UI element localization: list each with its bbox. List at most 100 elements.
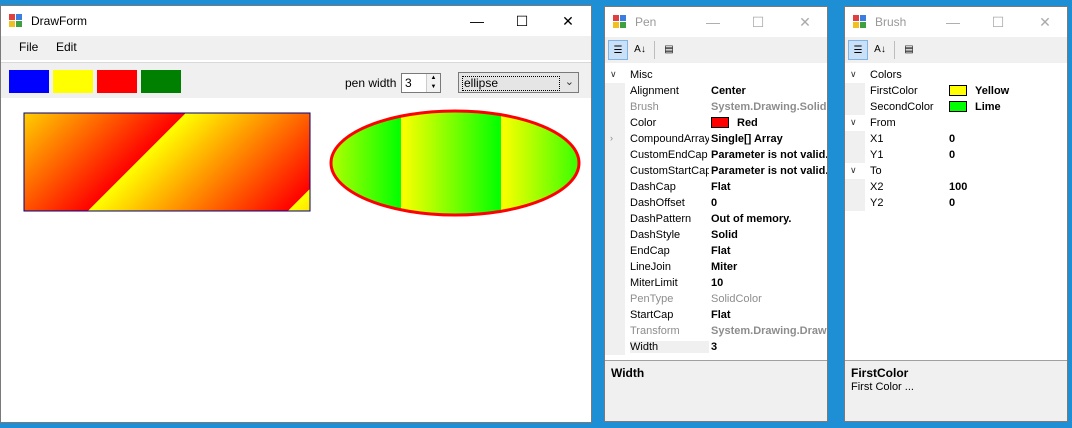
property-value[interactable]: 0 (949, 197, 1067, 209)
property-row[interactable]: DashCap Flat (605, 179, 827, 195)
property-row[interactable]: CustomEndCap Parameter is not valid. (605, 147, 827, 163)
alphabetical-icon[interactable]: A↓ (630, 40, 650, 60)
property-row[interactable]: Y1 0 (845, 147, 1067, 163)
property-row[interactable]: LineJoin Miter (605, 259, 827, 275)
category-row[interactable]: ∨ Colors (845, 67, 1067, 83)
property-value[interactable]: Center (711, 85, 827, 97)
shape-select[interactable]: ellipse ⌄ (458, 72, 579, 93)
property-name: CustomEndCap (630, 149, 708, 161)
property-row[interactable]: Brush System.Drawing.SolidBrush (605, 99, 827, 115)
close-icon[interactable]: ✕ (783, 7, 827, 37)
property-row[interactable]: EndCap Flat (605, 243, 827, 259)
gradient-rectangle[interactable] (23, 112, 311, 212)
swatch-green-button[interactable] (141, 70, 181, 93)
drawing-canvas[interactable] (1, 98, 591, 422)
property-name: Width (630, 341, 709, 353)
property-row[interactable]: Color Red (605, 115, 827, 131)
stepper-arrows-icon[interactable]: ▲ ▼ (426, 74, 440, 92)
property-pages-icon[interactable]: ▤ (659, 40, 679, 60)
property-row[interactable]: PenType SolidColor (605, 291, 827, 307)
property-row[interactable]: X2 100 (845, 179, 1067, 195)
property-value[interactable]: 100 (949, 181, 1067, 193)
alphabetical-icon[interactable]: A↓ (870, 40, 890, 60)
property-value[interactable]: Miter (711, 261, 827, 273)
maximize-icon[interactable]: ☐ (500, 6, 544, 36)
property-row[interactable]: › CompoundArray Single[] Array (605, 131, 827, 147)
pen-width-stepper[interactable]: 3 ▲ ▼ (401, 73, 441, 93)
close-icon[interactable]: ✕ (546, 6, 590, 36)
property-value[interactable]: Flat (711, 245, 827, 257)
property-row[interactable]: Width 3 (605, 339, 827, 355)
property-row[interactable]: MiterLimit 10 (605, 275, 827, 291)
menu-file[interactable]: File (19, 40, 38, 54)
help-title: FirstColor (851, 366, 909, 380)
property-row[interactable]: Alignment Center (605, 83, 827, 99)
collapse-chevron-icon[interactable]: ∨ (850, 165, 857, 176)
brush-window: Brush — ☐ ✕ ☰ A↓ ▤ ∨ Colors FirstColor Yell… (844, 6, 1068, 422)
expand-chevron-icon[interactable]: › (610, 133, 613, 143)
property-value[interactable]: 0 (949, 133, 1067, 145)
property-value[interactable]: Flat (711, 181, 827, 193)
minimize-icon[interactable]: — (455, 6, 499, 36)
pen-width-value[interactable]: 3 (405, 76, 412, 90)
property-value[interactable]: System.Drawing.Drawing2D.Matrix (711, 325, 827, 337)
gradient-ellipse[interactable] (329, 109, 581, 217)
property-value[interactable]: 10 (711, 277, 827, 289)
collapse-chevron-icon[interactable]: ∨ (850, 69, 857, 80)
property-row[interactable]: DashStyle Solid (605, 227, 827, 243)
property-row[interactable]: DashOffset 0 (605, 195, 827, 211)
menu-edit[interactable]: Edit (56, 40, 77, 54)
property-row[interactable]: CustomStartCap Parameter is not valid. (605, 163, 827, 179)
categorized-icon[interactable]: ☰ (608, 40, 628, 60)
property-row[interactable]: Y2 0 (845, 195, 1067, 211)
swatch-blue-button[interactable] (9, 70, 49, 93)
collapse-chevron-icon[interactable]: ∨ (850, 117, 857, 128)
property-row[interactable]: FirstColor Yellow (845, 83, 1067, 99)
property-value[interactable]: SolidColor (711, 293, 827, 305)
categorized-icon[interactable]: ☰ (848, 40, 868, 60)
property-value[interactable]: System.Drawing.SolidBrush (711, 101, 827, 113)
minimize-icon[interactable]: — (931, 7, 975, 37)
collapse-chevron-icon[interactable]: ∨ (610, 69, 617, 80)
property-name: Transform (630, 325, 680, 337)
category-row[interactable]: ∨ From (845, 115, 1067, 131)
property-value[interactable]: Parameter is not valid. (711, 165, 827, 177)
property-name: FirstColor (870, 85, 918, 97)
property-value[interactable]: Red (737, 117, 827, 129)
property-row[interactable]: StartCap Flat (605, 307, 827, 323)
row-margin (605, 227, 625, 243)
property-value[interactable]: Parameter is not valid. (711, 149, 827, 161)
property-row[interactable]: X1 0 (845, 131, 1067, 147)
property-row[interactable]: DashPattern Out of memory. (605, 211, 827, 227)
window-title: Pen (635, 15, 657, 29)
property-row[interactable]: SecondColor Lime (845, 99, 1067, 115)
property-value[interactable]: Out of memory. (711, 213, 827, 225)
swatch-yellow-button[interactable] (53, 70, 93, 93)
app-icon (9, 14, 23, 28)
property-pages-icon[interactable]: ▤ (899, 40, 919, 60)
property-value[interactable]: Lime (975, 101, 1067, 113)
property-name: DashCap (630, 181, 676, 193)
row-margin (605, 115, 625, 131)
property-name: Color (630, 117, 657, 129)
row-margin (605, 179, 625, 195)
row-margin (605, 291, 625, 307)
property-value[interactable]: Single[] Array (711, 133, 827, 145)
shape-select-value[interactable]: ellipse (462, 76, 560, 91)
minimize-icon[interactable]: — (691, 7, 735, 37)
maximize-icon[interactable]: ☐ (976, 7, 1020, 37)
close-icon[interactable]: ✕ (1023, 7, 1067, 37)
window-title: Brush (875, 15, 907, 29)
category-row[interactable]: ∨ Misc (605, 67, 827, 83)
swatch-red-button[interactable] (97, 70, 137, 93)
property-value[interactable]: 3 (711, 341, 827, 353)
property-value[interactable]: 0 (711, 197, 827, 209)
property-value[interactable]: Solid (711, 229, 827, 241)
category-row[interactable]: ∨ To (845, 163, 1067, 179)
property-value[interactable]: 0 (949, 149, 1067, 161)
property-value[interactable]: Yellow (975, 85, 1067, 97)
maximize-icon[interactable]: ☐ (736, 7, 780, 37)
chevron-down-icon[interactable]: ⌄ (565, 75, 574, 88)
property-row[interactable]: Transform System.Drawing.Drawing2D.Matrix (605, 323, 827, 339)
property-value[interactable]: Flat (711, 309, 827, 321)
